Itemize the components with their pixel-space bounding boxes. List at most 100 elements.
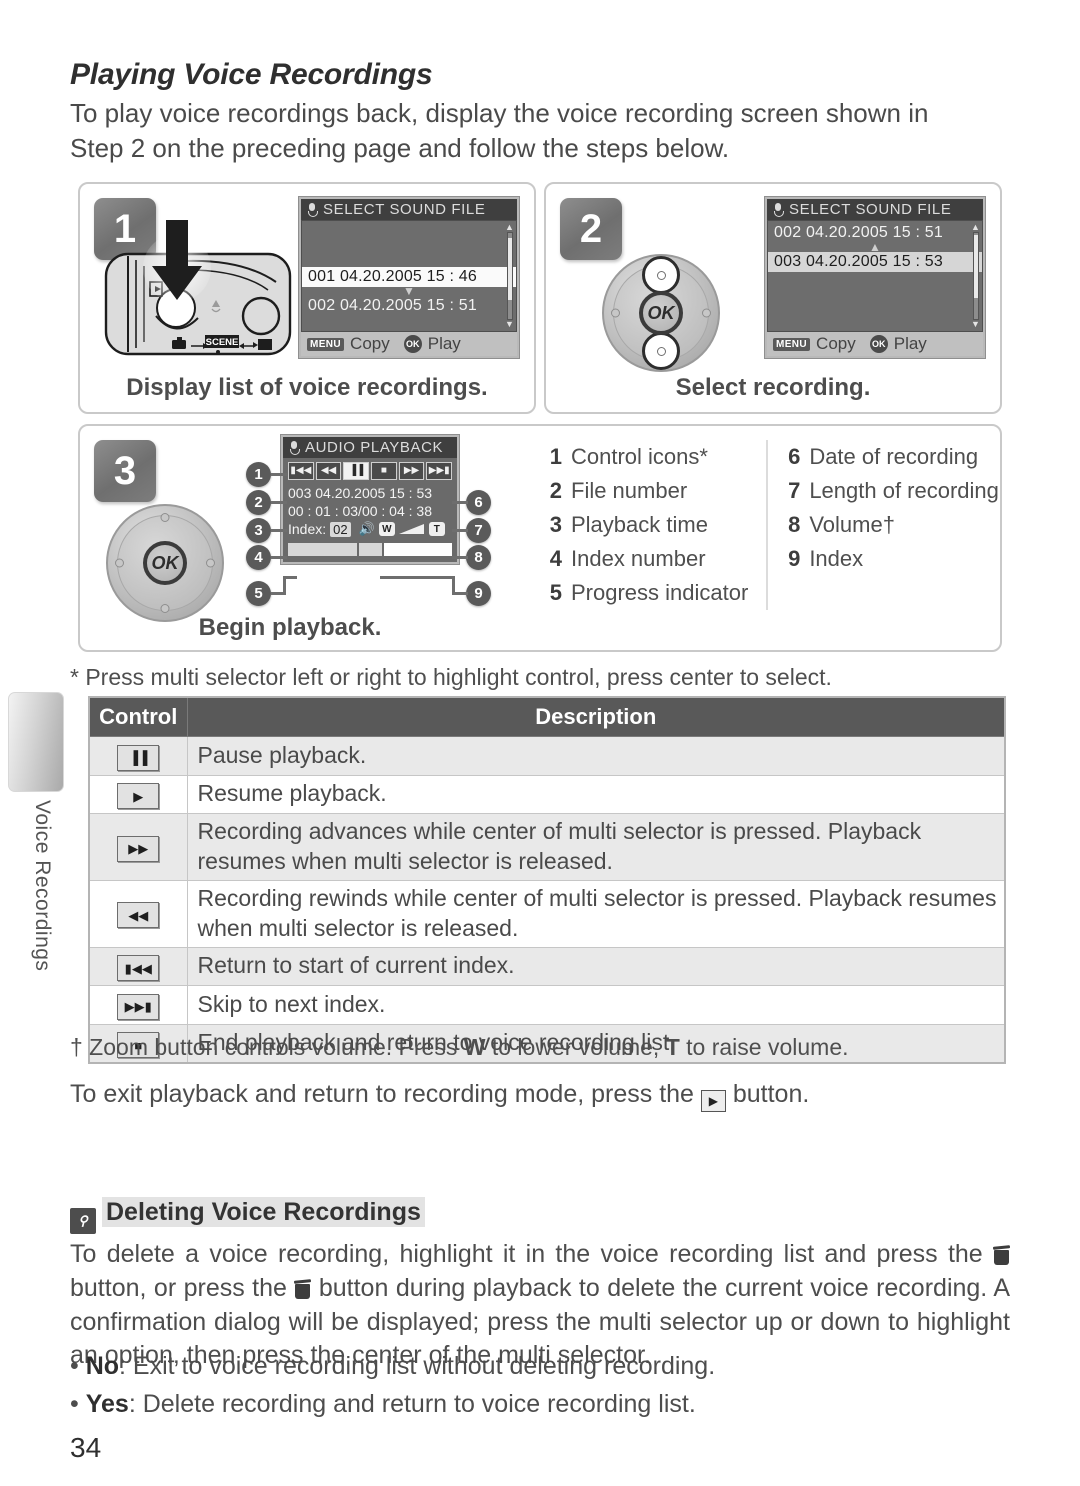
multi-selector-right[interactable] (702, 308, 711, 318)
bullet-marker: • (70, 1390, 86, 1418)
index-label: Index: (288, 521, 327, 537)
legend-label: Control icons* (571, 444, 708, 469)
sound-file-list: 001 04.20.2005 15 : 46 ▼ 002 04.20.2005 … (301, 220, 517, 332)
step-2-number: 2 (560, 198, 622, 260)
column-header-control: Control (88, 696, 188, 737)
multi-selector-down[interactable] (160, 604, 170, 613)
next-index-icon[interactable]: ▶▶▮ (426, 462, 453, 480)
table-row: ▶▶▮ Skip to next index. (88, 985, 1006, 1025)
copy-label[interactable]: Copy (816, 334, 856, 354)
multi-selector-right[interactable] (206, 558, 215, 568)
legend-item: 6 Date of recording (786, 440, 999, 474)
legend-label: Volume† (809, 512, 895, 538)
bullet-marker: • (70, 1352, 86, 1380)
list-scrollbar[interactable]: ▲ ▼ (971, 223, 980, 329)
list-item[interactable]: 003 04.20.2005 15 : 53 (768, 252, 982, 272)
speaker-icon: 🔊 (358, 521, 375, 536)
step-2-caption: Select recording. (675, 374, 871, 401)
side-tab-marker (8, 692, 64, 792)
row-description: Recording rewinds while center of multi … (186, 879, 1006, 948)
bullet-text: : Delete recording and return to voice r… (128, 1390, 696, 1418)
play-label[interactable]: Play (428, 334, 461, 354)
multi-selector-down[interactable] (642, 332, 680, 370)
index-segment (383, 543, 452, 556)
step-1-lcd: SELECT SOUND FILE 001 04.20.2005 15 : 46… (298, 196, 520, 359)
copy-label[interactable]: Copy (350, 334, 390, 354)
list-scrollbar[interactable]: ▲ ▼ (505, 223, 514, 329)
legend-item: 4 Index number (548, 542, 748, 576)
multi-selector-up[interactable] (642, 256, 680, 294)
rewind-icon[interactable]: ◀◀ (315, 462, 342, 480)
menu-key-icon: MENU (307, 337, 345, 351)
multi-selector-center-ok[interactable]: OK (639, 291, 683, 335)
callout-bubble-5: 5 (246, 581, 271, 606)
page-title: Playing Voice Recordings (70, 58, 433, 91)
table-row: ◀◀ Recording rewinds while center of mul… (88, 879, 1006, 948)
manual-page: Playing Voice Recordings To play voice r… (0, 0, 1080, 1486)
playback-control-icons: ▮◀◀ ◀◀ ▐▐ ■ ▶▶ ▶▶▮ (288, 462, 453, 480)
play-label[interactable]: Play (894, 334, 927, 354)
fast-forward-icon[interactable]: ▶▶ (398, 462, 425, 480)
intro-line-2: Step 2 on the preceding page and follow … (70, 132, 730, 163)
multi-selector-left[interactable] (115, 558, 124, 568)
wide-zoom-icon[interactable]: W (378, 522, 395, 536)
footnote-dagger-mid: to lower volume, (485, 1034, 666, 1060)
step-2-lcd: SELECT SOUND FILE 002 04.20.2005 15 : 51… (764, 196, 986, 359)
scroll-up-arrow-icon: ▲ (869, 240, 881, 254)
row-description: Skip to next index. (186, 985, 1006, 1025)
ok-key-icon: OK (869, 335, 888, 353)
legend-column-left: 1 Control icons* 2 File number 3 Playback t… (548, 440, 749, 610)
callout-bubble-7: 7 (466, 518, 491, 543)
ok-key-icon: OK (403, 335, 422, 353)
multi-selector-left[interactable] (611, 308, 620, 318)
lcd-title-text: AUDIO PLAYBACK (305, 439, 444, 456)
legend-item: 2 File number (548, 474, 748, 508)
column-header-description: Description (186, 696, 1006, 737)
next-index-icon: ▶▶▮ (117, 993, 160, 1020)
table-row: ▐▐ Pause playback. (88, 736, 1006, 776)
legend-label: Index number (571, 546, 706, 572)
tip-para-2: button, or press the (70, 1273, 295, 1302)
step-1-caption: Display list of voice recordings. (126, 374, 488, 401)
exit-text-post: button. (725, 1080, 810, 1108)
row-description: Pause playback. (186, 736, 1006, 776)
list-item[interactable]: 002 04.20.2005 15 : 51 (302, 296, 516, 316)
multi-selector-dial[interactable]: OK (602, 254, 720, 372)
tip-heading-text: Deleting Voice Recordings (102, 1197, 425, 1227)
footnote-dagger-post: to raise volume. (679, 1034, 849, 1060)
legend-column-right: 6 Date of recording 7 Length of recording … (786, 440, 999, 610)
legend-label: Playback time (571, 512, 708, 538)
microphone-icon (774, 203, 784, 217)
playback-time-line: 00 : 01 : 03/00 : 04 : 38 (288, 503, 432, 519)
legend-item: 1 Control icons* (548, 440, 748, 474)
legend-item: 9 Index (786, 542, 999, 576)
legend-item: 8 Volume† (786, 508, 999, 542)
audio-playback-body: ▮◀◀ ◀◀ ▐▐ ■ ▶▶ ▶▶▮ 003 04.20.2005 15 : 5… (283, 458, 457, 562)
legend-item: 5 Progress indicator (548, 576, 749, 610)
legend-label: Progress indicator (571, 580, 749, 606)
delete-trash-icon (993, 1246, 1010, 1265)
lcd-title-bar: SELECT SOUND FILE (301, 199, 517, 220)
tele-zoom-icon[interactable]: T (428, 522, 445, 536)
multi-selector-center-ok[interactable]: OK (143, 541, 187, 585)
lcd-title-bar: AUDIO PLAYBACK (283, 437, 457, 458)
multi-selector-dial[interactable]: OK (106, 504, 224, 622)
lcd-footer-bar: MENU Copy OK Play (301, 332, 517, 356)
legend-label: Date of recording (809, 444, 979, 469)
step-3-panel: 3 OK AUDIO PLAYBACK ▮◀◀ ◀◀ ▐▐ ■ ▶▶ ▶▶▮ 0… (78, 424, 1002, 652)
legend-item: 7 Length of recording (786, 474, 999, 508)
row-description: Resume playback. (186, 774, 1006, 814)
multi-selector-up[interactable] (160, 513, 170, 522)
microphone-icon (290, 441, 300, 455)
legend-divider (766, 440, 769, 611)
callout-bubble-9: 9 (466, 581, 491, 606)
footnote-asterisk: * Press multi selector left or right to … (70, 664, 832, 690)
playback-button-icon: ▶ (700, 1090, 726, 1113)
stop-icon[interactable]: ■ (371, 462, 397, 480)
step-2-panel: 2 OK SELECT SOUND FILE 002 04.20.2005 15… (544, 182, 1002, 414)
lcd-title-text: SELECT SOUND FILE (323, 201, 486, 218)
step-3-caption: Begin playback. (198, 614, 382, 641)
prev-index-icon[interactable]: ▮◀◀ (288, 462, 314, 480)
pause-icon[interactable]: ▐▐ (343, 462, 370, 480)
menu-key-icon: MENU (773, 337, 811, 351)
